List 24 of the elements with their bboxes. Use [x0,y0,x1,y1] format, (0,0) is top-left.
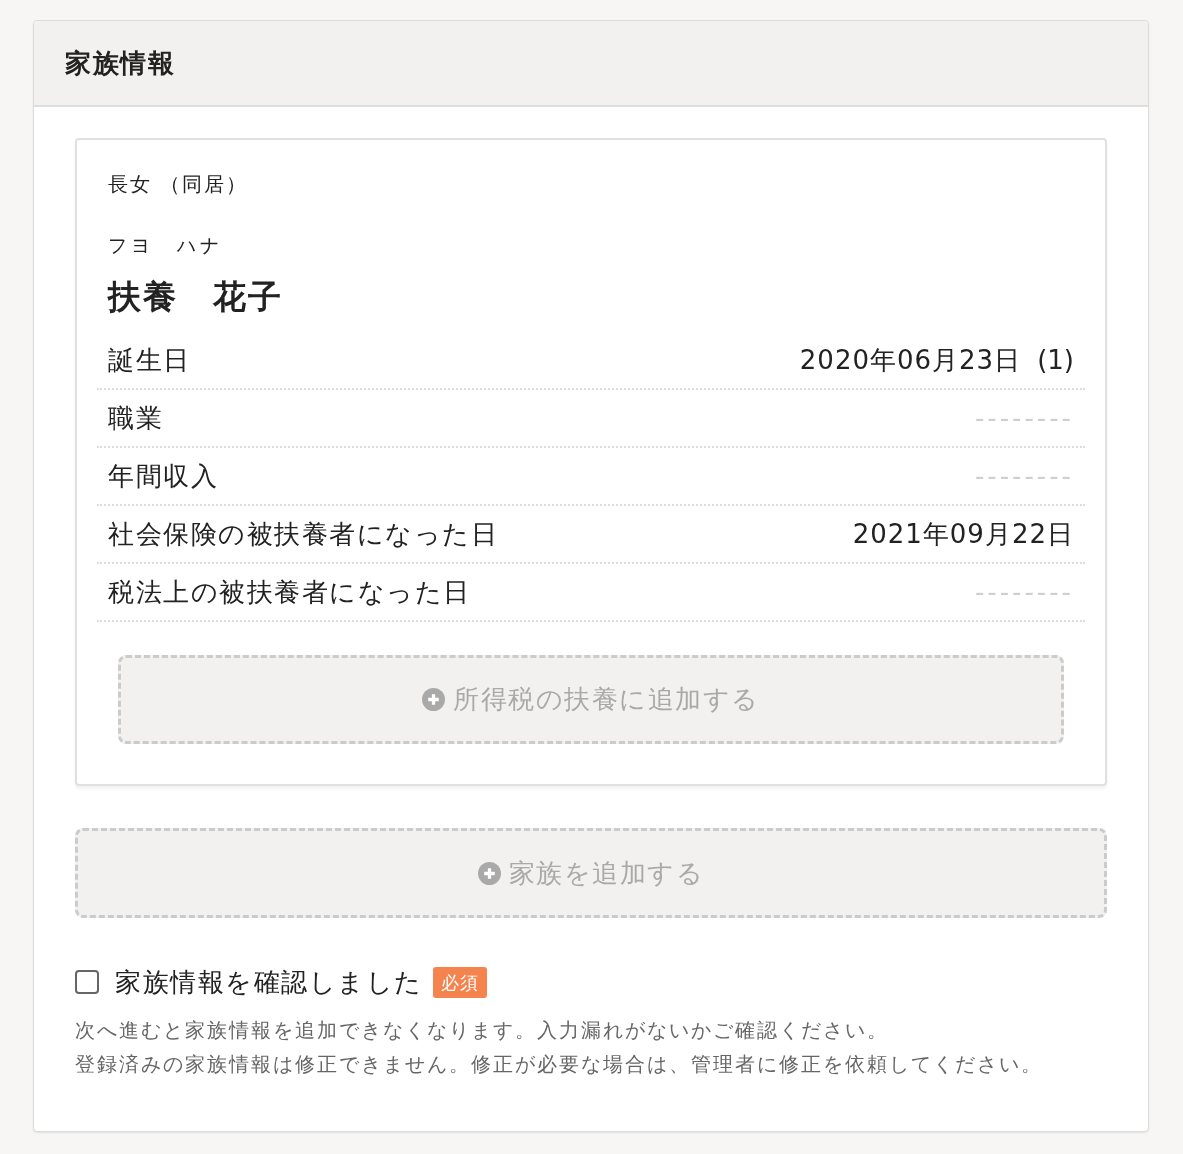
field-label: 税法上の被扶養者になった日 [108,576,471,609]
confirm-checkbox[interactable] [75,970,99,994]
age-text: (1) [1037,344,1074,377]
field-label: 誕生日 [108,344,191,377]
add-family-button[interactable]: 家族を追加する [75,828,1107,918]
member-name: 扶養 花子 [106,276,284,318]
field-value: 2021年09月22日 [852,518,1074,551]
field-label: 社会保険の被扶養者になった日 [108,518,498,551]
checkbox-label[interactable]: 家族情報を確認しました [115,966,423,998]
help-text: 次へ進むと家族情報を追加できなくなります。入力漏れがないかご確認ください。 [75,1017,890,1044]
plus-circle-icon [422,688,446,711]
plus-circle-icon [477,861,501,885]
required-badge: 必須 [432,966,487,998]
relation-text: 長女 （同居） [107,171,250,198]
empty-value: -------- [974,576,1074,609]
add-dependent-button[interactable]: 所得税の扶養に追加する [118,655,1064,744]
name-reading: フヨ ハナ [107,233,224,258]
empty-value: -------- [974,402,1074,435]
help-text: 登録済みの家族情報は修正できません。修正が必要な場合は、管理者に修正を依頼してください。 [75,1051,1044,1078]
field-value: 2020年06月23日 [799,344,1022,377]
field-label: 職業 [108,402,163,435]
panel-title: 家族情報 [65,50,175,76]
field-label: 年間収入 [108,460,218,493]
empty-value: -------- [974,460,1074,493]
